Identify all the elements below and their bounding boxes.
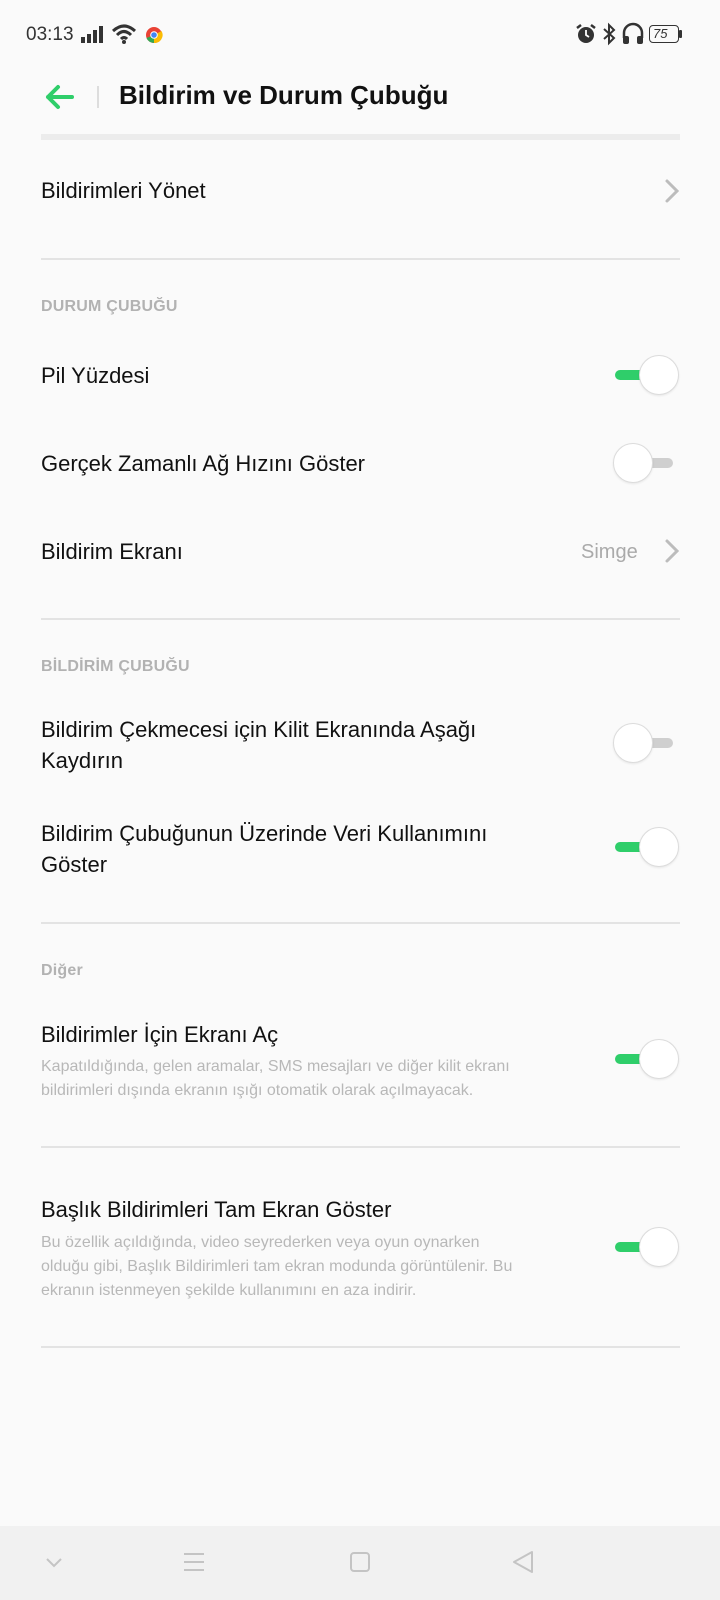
battery-percentage-label: Pil Yüzdesi xyxy=(41,363,150,388)
separator xyxy=(41,1346,680,1348)
chevron-down-icon[interactable] xyxy=(44,1556,64,1570)
manage-notifications-label: Bildirimleri Yönet xyxy=(41,178,206,203)
section-status-bar: DURUM ÇUBUĞU xyxy=(41,298,178,315)
heads-up-desc-line2: olduğu gibi, Başlık Bildirimleri tam ekr… xyxy=(41,1258,513,1275)
separator xyxy=(41,258,680,260)
heads-up-fullscreen-toggle[interactable] xyxy=(613,1225,681,1269)
lock-screen-swipe-toggle[interactable] xyxy=(613,721,681,765)
wake-screen-label: Bildirimler İçin Ekranı Aç xyxy=(41,1022,279,1047)
back-triangle-icon[interactable] xyxy=(510,1549,536,1575)
battery-icon: 75 xyxy=(649,25,682,43)
lock-screen-swipe-label-line1: Bildirim Çekmecesi için Kilit Ekranında … xyxy=(41,717,477,742)
notification-display-label: Bildirim Ekranı xyxy=(41,539,183,564)
battery-percentage-toggle[interactable] xyxy=(613,353,681,397)
signal-icon xyxy=(81,26,103,43)
header-divider xyxy=(97,86,99,108)
lock-screen-swipe-label-line2: Kaydırın xyxy=(41,748,123,773)
section-notification-bar: BİLDİRİM ÇUBUĞU xyxy=(41,658,190,675)
status-time: 03:13 xyxy=(26,24,74,45)
wake-screen-desc-line1: Kapatıldığında, gelen aramalar, SMS mesa… xyxy=(41,1058,510,1075)
separator xyxy=(41,922,680,924)
chevron-right-icon xyxy=(665,539,680,563)
navigation-bar xyxy=(0,1526,720,1600)
heads-up-desc-line1: Bu özellik açıldığında, video seyrederke… xyxy=(41,1234,480,1251)
status-bar: 03:13 75 xyxy=(0,0,720,70)
chrome-icon xyxy=(146,27,163,44)
separator xyxy=(41,1146,680,1148)
headphones-icon xyxy=(622,22,644,44)
data-usage-toggle[interactable] xyxy=(613,825,681,869)
heads-up-desc-line3: ekranın istenmeyen şekilde kullanımını e… xyxy=(41,1282,417,1299)
home-square-icon[interactable] xyxy=(349,1551,371,1573)
wake-screen-desc-line2: bildirimleri dışında ekranın ışığı otoma… xyxy=(41,1082,474,1099)
heads-up-fullscreen-label: Başlık Bildirimleri Tam Ekran Göster xyxy=(41,1197,392,1222)
section-other: Diğer xyxy=(41,962,83,979)
bluetooth-icon xyxy=(603,22,616,46)
menu-icon[interactable] xyxy=(182,1550,206,1574)
back-arrow-icon[interactable] xyxy=(42,80,76,114)
network-speed-label: Gerçek Zamanlı Ağ Hızını Göster xyxy=(41,451,366,476)
wifi-icon xyxy=(111,24,137,44)
top-divider xyxy=(41,134,680,140)
network-speed-toggle[interactable] xyxy=(613,441,681,485)
data-usage-label-line1: Bildirim Çubuğunun Üzerinde Veri Kullanı… xyxy=(41,821,488,846)
battery-level: 75 xyxy=(653,26,668,41)
notification-display-value: Simge xyxy=(581,541,638,563)
data-usage-label-line2: Göster xyxy=(41,852,108,877)
page-title: Bildirim ve Durum Çubuğu xyxy=(119,80,449,110)
chevron-right-icon xyxy=(665,179,680,203)
wake-screen-toggle[interactable] xyxy=(613,1037,681,1081)
separator xyxy=(41,618,680,620)
alarm-icon xyxy=(576,24,596,43)
